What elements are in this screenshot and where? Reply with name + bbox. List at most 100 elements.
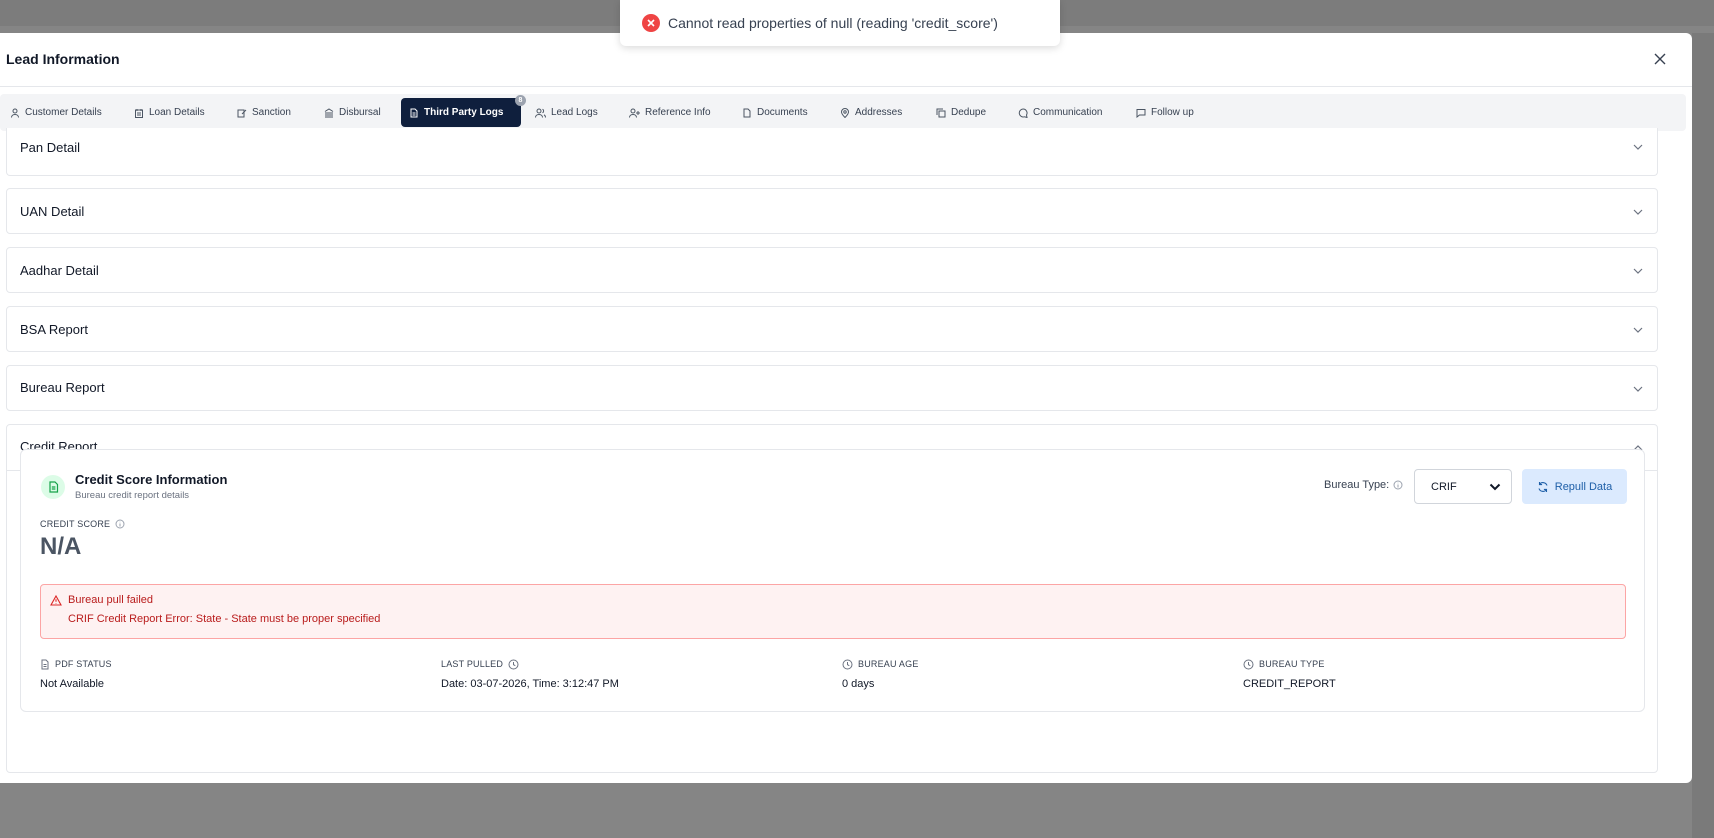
tab-label: Addresses: [855, 107, 903, 118]
warning-triangle-icon: [50, 595, 62, 606]
tab-follow-up[interactable]: Follow up: [1128, 98, 1202, 127]
user-plus-icon: [629, 108, 640, 118]
meta-value: Not Available: [40, 678, 105, 690]
chevron-down-icon: [1633, 209, 1643, 215]
map-pin-icon: [840, 107, 850, 118]
tab-loan-details[interactable]: Loan Details: [126, 98, 213, 127]
accordion-uan-detail[interactable]: UAN Detail: [6, 188, 1658, 234]
edit-icon: [237, 109, 247, 117]
meta-pdf-status: PDF STATUS Not Available: [40, 657, 410, 690]
accordion-bureau-report[interactable]: Bureau Report: [6, 365, 1658, 411]
file-icon: [41, 659, 49, 669]
accordion-pan-detail[interactable]: Pan Detail: [6, 128, 1658, 176]
error-alert: Bureau pull failed CRIF Credit Report Er…: [40, 584, 1626, 639]
tab-label: Communication: [1033, 107, 1103, 118]
bureau-type-label: Bureau Type:: [1324, 479, 1403, 491]
chevron-down-icon: [1633, 268, 1643, 274]
meta-label-text: PDF STATUS: [55, 659, 112, 669]
meta-label-text: LAST PULLED: [441, 659, 504, 669]
tab-sanction[interactable]: Sanction: [229, 98, 299, 127]
meta-last-pulled: LAST PULLED Date: 03-07-2026, Time: 3:12…: [441, 657, 811, 690]
error-title: Bureau pull failed: [68, 594, 154, 606]
info-icon[interactable]: [115, 519, 125, 529]
credit-score-label-text: CREDIT SCORE: [40, 519, 111, 529]
chevron-down-icon: [1633, 144, 1643, 150]
accordion-title: Pan Detail: [20, 140, 80, 155]
meta-label-text: BUREAU AGE: [858, 659, 919, 669]
tab-label: Documents: [757, 107, 808, 118]
meta-label: LAST PULLED: [441, 657, 811, 671]
message-square-icon: [1136, 108, 1146, 118]
bureau-type-value: CRIF: [1431, 480, 1457, 493]
tab-dedupe[interactable]: Dedupe: [928, 98, 994, 127]
file-icon: [410, 108, 418, 117]
tab-label: Follow up: [1151, 107, 1194, 118]
file-text-icon: [48, 481, 58, 493]
tab-label: Dedupe: [951, 107, 987, 118]
tab-label: Third Party Logs: [424, 107, 504, 118]
credit-score-label: CREDIT SCORE: [40, 519, 125, 529]
tab-label: Reference Info: [645, 107, 711, 118]
accordion-title: Aadhar Detail: [20, 263, 99, 278]
tab-bar: Customer Details Loan Details Sanction D…: [0, 94, 1686, 131]
tab-badge: 8: [515, 95, 526, 106]
chevron-down-icon: [1489, 483, 1501, 490]
error-message: CRIF Credit Report Error: State - State …: [68, 613, 381, 625]
refresh-icon: [1538, 481, 1548, 492]
card-title: Credit Score Information: [75, 472, 228, 487]
tab-lead-logs[interactable]: Lead Logs: [527, 98, 606, 127]
meta-label: BUREAU AGE: [842, 657, 1212, 671]
loan-icon: [135, 108, 143, 118]
tab-label: Customer Details: [25, 107, 102, 118]
close-icon: [1654, 53, 1666, 65]
clock-icon: [842, 659, 853, 669]
repull-label: Repull Data: [1554, 480, 1613, 493]
accordion-aadhar-detail[interactable]: Aadhar Detail: [6, 247, 1658, 293]
modal-title: Lead Information: [6, 51, 120, 67]
bank-icon: [324, 107, 334, 117]
clock-icon: [508, 659, 519, 669]
credit-score-value: N/A: [40, 533, 82, 560]
toast-message: Cannot read properties of null (reading …: [668, 15, 998, 31]
tab-third-party-logs[interactable]: Third Party Logs 8: [401, 95, 526, 127]
tab-addresses[interactable]: Addresses: [832, 98, 910, 127]
tab-disbursal[interactable]: Disbursal: [316, 98, 389, 127]
chevron-down-icon: [1633, 386, 1643, 392]
meta-value: Date: 03-07-2026, Time: 3:12:47 PM: [441, 678, 619, 690]
meta-bureau-type: BUREAU TYPE CREDIT_REPORT: [1243, 657, 1613, 690]
meta-bureau-age: BUREAU AGE 0 days: [842, 657, 1212, 690]
accordion-title: UAN Detail: [20, 204, 85, 219]
tab-label: Lead Logs: [551, 107, 598, 118]
chevron-down-icon: [1633, 327, 1643, 333]
accordion-bsa-report[interactable]: BSA Report: [6, 306, 1658, 352]
tab-reference-info[interactable]: Reference Info: [621, 98, 719, 127]
meta-label-text: BUREAU TYPE: [1259, 659, 1325, 669]
meta-label: BUREAU TYPE: [1243, 657, 1613, 671]
info-icon[interactable]: [1393, 480, 1403, 490]
copy-icon: [936, 108, 946, 117]
card-icon-wrap: [41, 475, 65, 499]
document-icon: [743, 108, 751, 117]
tab-communication[interactable]: Communication: [1010, 98, 1110, 127]
tab-label: Disbursal: [339, 107, 381, 118]
chat-icon: [1018, 107, 1028, 118]
accordion-title: BSA Report: [20, 322, 88, 337]
users-icon: [535, 108, 546, 118]
repull-data-button[interactable]: Repull Data: [1522, 469, 1627, 504]
background-panel: [1692, 33, 1714, 838]
user-icon: [11, 108, 19, 118]
meta-label: PDF STATUS: [40, 657, 410, 671]
meta-value: CREDIT_REPORT: [1243, 678, 1336, 690]
error-toast: Cannot read properties of null (reading …: [620, 0, 1060, 46]
meta-value: 0 days: [842, 678, 875, 690]
tab-customer-details[interactable]: Customer Details: [2, 98, 110, 127]
clock-icon: [1243, 659, 1254, 669]
tab-label: Loan Details: [149, 107, 205, 118]
close-button[interactable]: [1648, 47, 1672, 71]
accordion-title: Bureau Report: [20, 380, 105, 395]
bureau-type-select[interactable]: CRIF: [1414, 469, 1512, 504]
card-subtitle: Bureau credit report details: [75, 490, 190, 501]
bureau-type-text: Bureau Type:: [1324, 479, 1390, 491]
tab-documents[interactable]: Documents: [734, 98, 816, 127]
tab-label: Sanction: [252, 107, 291, 118]
